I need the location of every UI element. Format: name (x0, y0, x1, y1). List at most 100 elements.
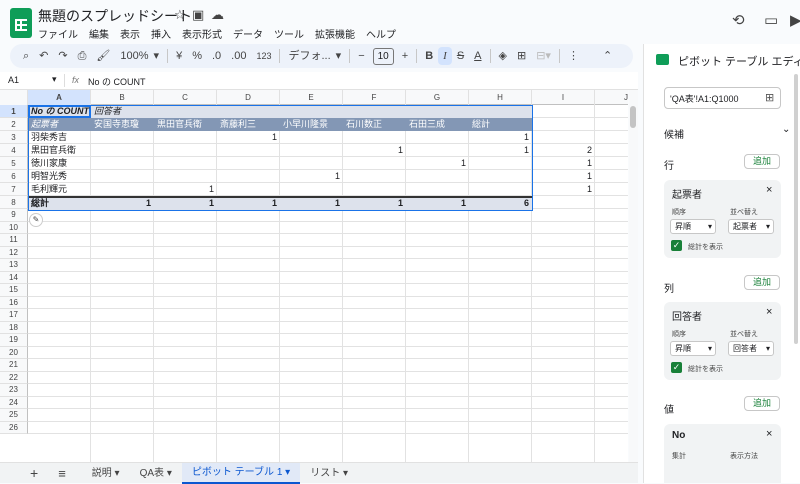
column-header[interactable]: G (406, 90, 469, 105)
menu-view[interactable]: 表示 (120, 26, 140, 41)
pivot-value-cell[interactable] (469, 170, 532, 183)
font-size-increase-icon[interactable]: + (397, 44, 413, 68)
add-value-button[interactable]: 追加 (744, 396, 780, 411)
pivot-value-cell[interactable] (217, 183, 280, 196)
history-icon[interactable]: ⟲ (732, 11, 745, 29)
pivot-value-cell[interactable]: 1 (532, 170, 595, 183)
row-header[interactable]: 11 (0, 234, 28, 247)
row-header[interactable]: 24 (0, 396, 28, 409)
pivot-column-name[interactable]: 小早川隆景 (280, 118, 331, 131)
order-select[interactable]: 昇順 (670, 219, 716, 234)
row-header[interactable]: 25 (0, 409, 28, 422)
redo-icon[interactable]: ↷ (53, 44, 72, 68)
pivot-total-cell[interactable]: 1 (343, 197, 406, 210)
column-header[interactable]: J (595, 90, 628, 105)
pivot-value-cell[interactable] (91, 170, 154, 183)
pivot-value-cell[interactable] (280, 157, 343, 170)
row-header[interactable]: 9 (0, 209, 28, 222)
pivot-row-label[interactable]: 徳川家康 (28, 157, 70, 170)
scrollbar-thumb[interactable] (630, 106, 636, 128)
pivot-column-name[interactable]: 黒田官兵衛 (154, 118, 205, 131)
pivot-value-cell[interactable] (217, 170, 280, 183)
star-icon[interactable]: ☆ (174, 7, 186, 23)
row-header[interactable]: 3 (0, 131, 28, 144)
row-header[interactable]: 8 (0, 196, 28, 209)
zoom-select[interactable]: 100% (115, 44, 153, 68)
row-header[interactable]: 1 (0, 105, 28, 118)
show-totals-checkbox[interactable]: ✓ (671, 362, 682, 373)
row-header[interactable]: 26 (0, 421, 28, 434)
row-header[interactable]: 6 (0, 170, 28, 183)
bold-icon[interactable]: B (420, 44, 438, 68)
pivot-value-cell[interactable] (343, 183, 406, 196)
column-header[interactable]: C (154, 90, 217, 105)
font-select[interactable]: デフォ... (283, 44, 335, 68)
all-sheets-icon[interactable]: ≡ (48, 463, 76, 484)
pivot-value-cell[interactable] (406, 183, 469, 196)
currency-button[interactable]: ¥ (171, 44, 187, 68)
pivot-value-cell[interactable] (154, 170, 217, 183)
pivot-row-label[interactable]: 明智光秀 (28, 170, 70, 183)
pivot-value-cell[interactable]: 1 (154, 183, 217, 196)
pivot-value-cell[interactable] (280, 144, 343, 157)
borders-icon[interactable]: ⊞ (512, 44, 531, 68)
pivot-value-cell[interactable]: 1 (280, 170, 343, 183)
row-header[interactable]: 19 (0, 334, 28, 347)
panel-scrollbar[interactable] (794, 74, 798, 344)
row-header[interactable]: 4 (0, 144, 28, 157)
italic-icon[interactable]: I (438, 47, 452, 65)
pivot-value-cell[interactable] (154, 157, 217, 170)
pivot-column-name[interactable]: 石田三成 (406, 118, 448, 131)
pivot-row-label[interactable]: 黒田官兵衛 (28, 144, 79, 157)
close-icon[interactable]: × (766, 184, 772, 196)
column-header[interactable]: D (217, 90, 280, 105)
chevron-down-icon[interactable]: ⌄ (782, 124, 790, 135)
pivot-value-cell[interactable] (154, 131, 217, 144)
pivot-total-cell[interactable]: 1 (406, 197, 469, 210)
pivot-value-cell[interactable] (469, 157, 532, 170)
pivot-value-cell[interactable] (406, 144, 469, 157)
pivot-value-cell[interactable]: 1 (532, 183, 595, 196)
formula-input[interactable]: No の COUNT (88, 75, 146, 88)
more-options-icon[interactable]: ⋮ (563, 44, 584, 68)
column-header[interactable]: B (91, 90, 154, 105)
decrease-decimal-button[interactable]: .0 (207, 44, 226, 68)
number-format-button[interactable]: 123 (251, 44, 276, 68)
close-icon[interactable]: × (766, 306, 772, 318)
pivot-value-cell[interactable]: 2 (532, 144, 595, 157)
pivot-value-cell[interactable] (154, 144, 217, 157)
row-header[interactable]: 21 (0, 359, 28, 372)
pivot-row-label[interactable]: 毛利輝元 (28, 183, 70, 196)
pivot-value-cell[interactable]: 1 (343, 144, 406, 157)
pivot-column-name[interactable]: 斎藤利三 (217, 118, 259, 131)
show-totals-checkbox[interactable]: ✓ (671, 240, 682, 251)
pivot-value-cell[interactable]: 1 (469, 131, 532, 144)
select-range-icon[interactable]: ⊞ (765, 91, 774, 104)
pivot-total-label[interactable]: 総計 (28, 197, 52, 210)
column-header[interactable]: E (280, 90, 343, 105)
pivot-value-cell[interactable] (406, 170, 469, 183)
add-sheet-icon[interactable]: + (0, 463, 48, 484)
percent-button[interactable]: % (187, 44, 207, 68)
column-header[interactable]: I (532, 90, 595, 105)
menu-file[interactable]: ファイル (38, 26, 78, 41)
row-header[interactable]: 7 (0, 183, 28, 196)
pivot-row-field-cell[interactable]: 起票者 (28, 118, 61, 131)
menu-insert[interactable]: 挿入 (151, 26, 171, 41)
text-color-icon[interactable]: A (469, 44, 486, 68)
sort-by-select[interactable]: 回答者 (728, 341, 774, 356)
pivot-value-cell[interactable] (91, 157, 154, 170)
pivot-value-cell[interactable]: 1 (532, 157, 595, 170)
cloud-status-icon[interactable]: ☁ (211, 7, 224, 23)
pivot-value-cell[interactable]: 1 (406, 157, 469, 170)
row-header[interactable]: 5 (0, 157, 28, 170)
select-all-corner[interactable] (0, 90, 28, 105)
menu-data[interactable]: データ (233, 26, 263, 41)
name-box[interactable]: A1 (8, 75, 19, 85)
pivot-value-cell[interactable] (343, 131, 406, 144)
row-header[interactable]: 2 (0, 118, 28, 131)
menu-tools[interactable]: ツール (274, 26, 304, 41)
menu-extensions[interactable]: 拡張機能 (315, 26, 355, 41)
collapse-toolbar-icon[interactable]: ⌃ (598, 44, 617, 68)
increase-decimal-button[interactable]: .00 (226, 44, 251, 68)
